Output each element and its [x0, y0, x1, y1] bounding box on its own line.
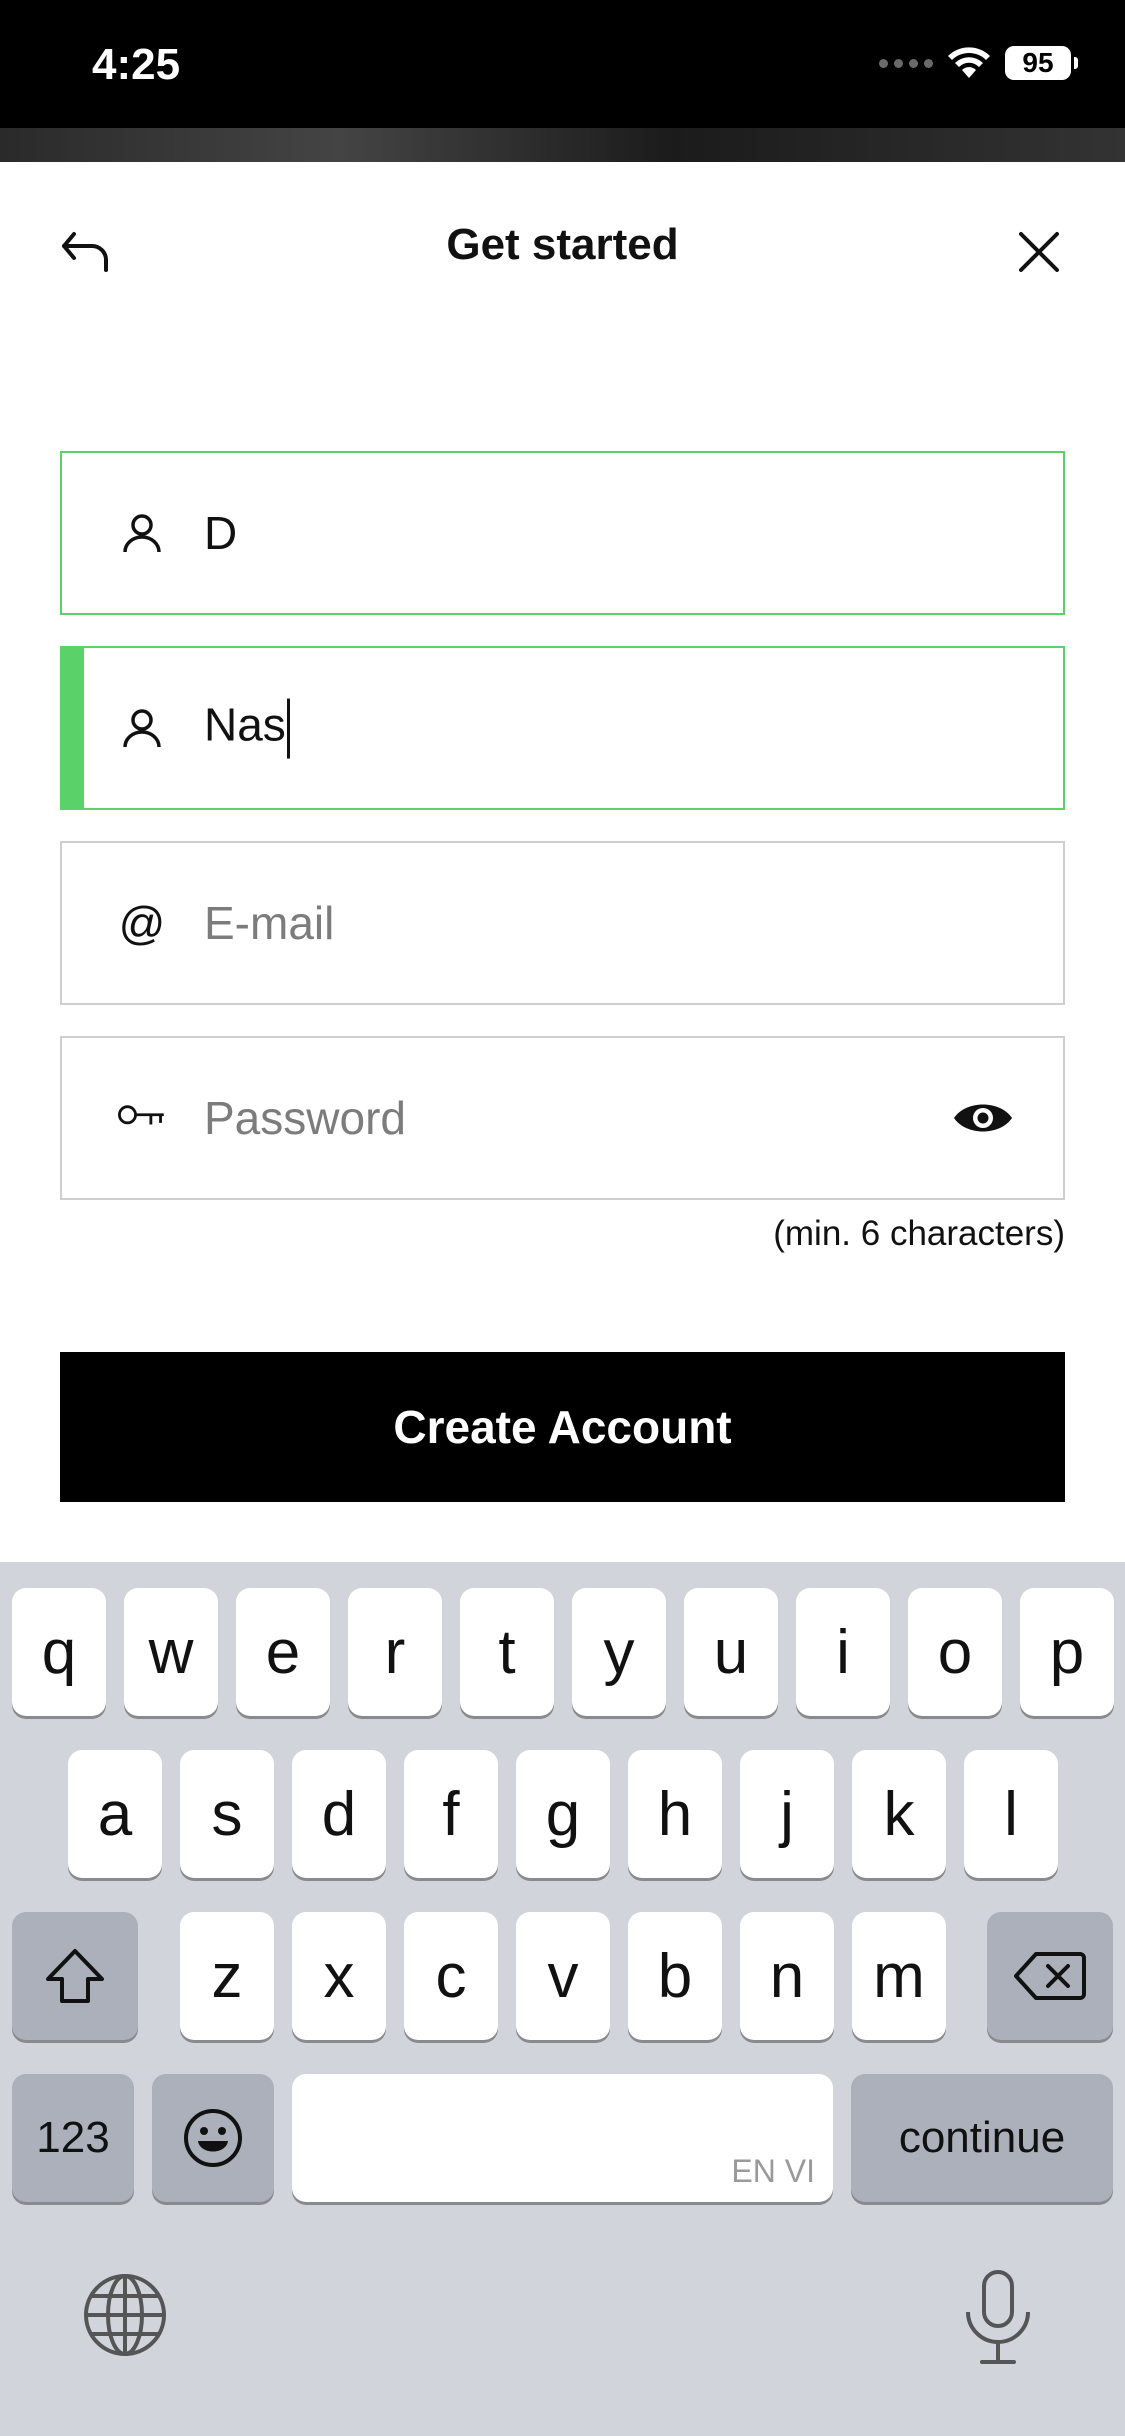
delete-key[interactable] — [987, 1912, 1113, 2040]
wifi-icon — [947, 46, 991, 80]
key-x[interactable]: x — [292, 1912, 386, 2040]
globe-icon — [84, 2274, 166, 2356]
backspace-icon — [1014, 1952, 1086, 2000]
key-n[interactable]: n — [740, 1912, 834, 2040]
key-z[interactable]: z — [180, 1912, 274, 2040]
page-title: Get started — [446, 220, 679, 269]
key-e[interactable]: e — [236, 1588, 330, 1716]
create-account-button[interactable]: Create Account — [60, 1352, 1065, 1502]
email-placeholder: E-mail — [204, 897, 335, 949]
key-h[interactable]: h — [628, 1750, 722, 1878]
space-language-label: EN VI — [731, 2153, 815, 2189]
key-p[interactable]: p — [1020, 1588, 1114, 1716]
microphone-icon — [966, 2270, 1030, 2364]
key-l[interactable]: l — [964, 1750, 1058, 1878]
key-c[interactable]: c — [404, 1912, 498, 2040]
key-t[interactable]: t — [460, 1588, 554, 1716]
key-a[interactable]: a — [68, 1750, 162, 1878]
person-icon — [117, 703, 167, 753]
status-icons: 95 — [879, 46, 1078, 80]
last-name-input[interactable]: Nas — [204, 698, 290, 759]
key-g[interactable]: g — [516, 1750, 610, 1878]
password-placeholder: Password — [204, 1092, 406, 1144]
key-i[interactable]: i — [796, 1588, 890, 1716]
close-icon — [1019, 232, 1059, 272]
password-field[interactable]: Password — [60, 1036, 1065, 1200]
show-password-button[interactable] — [951, 1093, 1015, 1143]
key-f[interactable]: f — [404, 1750, 498, 1878]
key-u[interactable]: u — [684, 1588, 778, 1716]
shift-key[interactable] — [12, 1912, 138, 2040]
signup-sheet: Get started D Nas @ E-mail Password (min… — [0, 162, 1125, 1562]
first-name-value: D — [204, 507, 238, 559]
status-time: 4:25 — [92, 40, 181, 89]
key-w[interactable]: w — [124, 1588, 218, 1716]
key-k[interactable]: k — [852, 1750, 946, 1878]
space-key[interactable]: EN VI — [292, 2074, 833, 2202]
first-name-field[interactable]: D — [60, 451, 1065, 615]
key-j[interactable]: j — [740, 1750, 834, 1878]
last-name-value: Nas — [204, 698, 286, 751]
continue-key[interactable]: continue — [851, 2074, 1113, 2202]
key-o[interactable]: o — [908, 1588, 1002, 1716]
header: Get started — [0, 162, 1125, 332]
emoji-icon — [184, 2109, 242, 2167]
eye-icon — [954, 1104, 1012, 1132]
close-button[interactable] — [1009, 222, 1069, 282]
key-d[interactable]: d — [292, 1750, 386, 1878]
key-icon — [117, 1093, 167, 1143]
numbers-key[interactable]: 123 — [12, 2074, 134, 2202]
emoji-key[interactable] — [152, 2074, 274, 2202]
password-hint: (min. 6 characters) — [773, 1214, 1065, 1253]
key-m[interactable]: m — [852, 1912, 946, 2040]
battery-icon: 95 — [1005, 46, 1078, 80]
key-b[interactable]: b — [628, 1912, 722, 2040]
key-s[interactable]: s — [180, 1750, 274, 1878]
email-field[interactable]: @ E-mail — [60, 841, 1065, 1005]
shift-icon — [46, 1949, 104, 2003]
key-q[interactable]: q — [12, 1588, 106, 1716]
person-icon — [117, 508, 167, 558]
last-name-field[interactable]: Nas — [60, 646, 1065, 810]
cellular-signal-icon — [879, 58, 933, 68]
key-v[interactable]: v — [516, 1912, 610, 2040]
globe-key[interactable] — [80, 2270, 170, 2360]
key-y[interactable]: y — [572, 1588, 666, 1716]
at-icon: @ — [118, 897, 166, 949]
dictation-key[interactable] — [960, 2268, 1036, 2368]
text-caret — [286, 698, 290, 759]
key-r[interactable]: r — [348, 1588, 442, 1716]
